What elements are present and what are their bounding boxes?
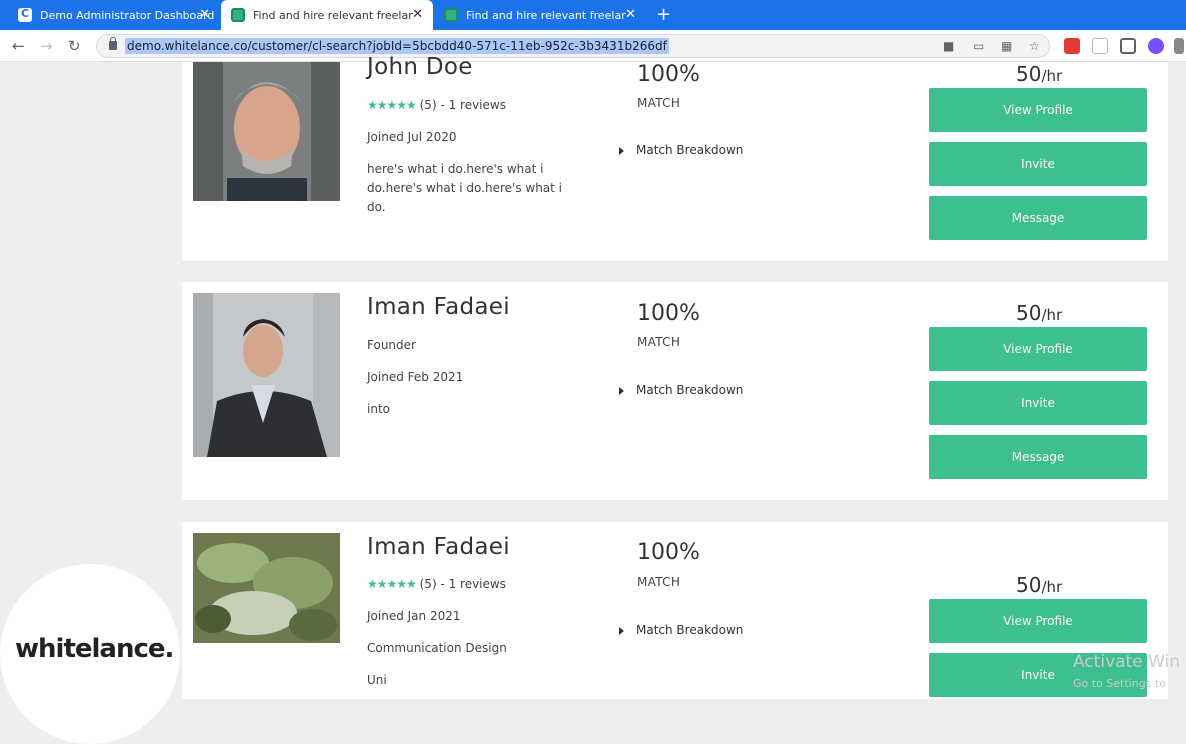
- extension-shield-icon[interactable]: [1092, 38, 1108, 54]
- extension-menu-icon[interactable]: [1174, 38, 1184, 54]
- tab-title: Demo Administrator Dashboard: [40, 8, 215, 22]
- site-favicon-icon: [18, 7, 32, 22]
- browser-toolbar: ← → ↻ demo.whitelance.co/customer/cl-sea…: [0, 30, 1186, 62]
- joined-date: Joined Jul 2020: [367, 130, 457, 144]
- joined-date: Joined Feb 2021: [367, 370, 464, 384]
- freelancer-name[interactable]: John Doe: [367, 54, 473, 80]
- match-percentage: 100%: [637, 301, 700, 326]
- site-favicon-icon: [231, 8, 245, 22]
- caret-right-icon: [619, 386, 624, 395]
- rate-value: 50: [1016, 573, 1042, 597]
- freelancer-photo: [193, 62, 340, 201]
- freelancer-card: Iman Fadaei ★★★★★ (5) - 1 reviews Joined…: [182, 522, 1168, 699]
- hourly-rate: 50/hr: [1016, 573, 1062, 597]
- match-percentage: 100%: [637, 540, 700, 565]
- tab-find-freelancers-active[interactable]: Find and hire relevant freelancer ✕: [221, 0, 433, 30]
- activation-watermark: Activate Win: [1073, 652, 1181, 672]
- camera-icon[interactable]: ■: [943, 39, 954, 53]
- lock-icon: [109, 37, 117, 50]
- freelancer-photo: [193, 533, 340, 643]
- address-bar[interactable]: demo.whitelance.co/customer/cl-search?jo…: [96, 34, 1050, 58]
- match-breakdown-toggle[interactable]: Match Breakdown: [619, 383, 743, 397]
- bookmark-star-icon[interactable]: ☆: [1029, 39, 1040, 53]
- view-profile-button[interactable]: View Profile: [929, 599, 1147, 643]
- close-tab-icon[interactable]: ✕: [412, 7, 423, 22]
- hourly-rate: 50/hr: [1016, 301, 1062, 325]
- freelancer-photo: [193, 293, 340, 457]
- rating-row: ★★★★★ (5) - 1 reviews: [367, 575, 506, 594]
- close-tab-icon[interactable]: ✕: [199, 7, 210, 22]
- rate-unit: /hr: [1041, 67, 1063, 85]
- star-rating-icon: ★★★★★: [367, 577, 417, 591]
- back-button[interactable]: ←: [12, 37, 25, 55]
- joined-date: Joined Jan 2021: [367, 609, 461, 623]
- match-label: MATCH: [637, 96, 681, 110]
- match-breakdown-label: Match Breakdown: [636, 143, 744, 157]
- tab-admin-dashboard[interactable]: Demo Administrator Dashboard ✕: [8, 0, 220, 30]
- forward-button[interactable]: →: [40, 37, 53, 55]
- rating-row: ★★★★★ (5) - 1 reviews: [367, 96, 506, 115]
- tab-title: Find and hire relevant freelancer: [253, 8, 413, 22]
- freelancer-description: Uni: [367, 673, 387, 687]
- match-label: MATCH: [637, 575, 681, 589]
- site-favicon-icon: [444, 8, 458, 22]
- star-rating-icon: ★★★★★: [367, 98, 417, 112]
- freelancer-headline: Communication Design: [367, 641, 507, 655]
- reload-button[interactable]: ↻: [68, 37, 81, 55]
- message-button[interactable]: Message: [929, 435, 1147, 479]
- message-button[interactable]: Message: [929, 196, 1147, 240]
- match-breakdown-toggle[interactable]: Match Breakdown: [619, 623, 743, 637]
- rating-text: (5) - 1 reviews: [419, 577, 506, 591]
- rate-unit: /hr: [1041, 578, 1063, 596]
- match-label: MATCH: [637, 335, 681, 349]
- tab-title: Find and hire relevant freelancer: [466, 8, 626, 22]
- freelancer-name[interactable]: Iman Fadaei: [367, 294, 510, 320]
- extension-calendar-icon[interactable]: [1064, 38, 1080, 54]
- freelancer-card: Iman Fadaei Founder Joined Feb 2021 into…: [182, 282, 1168, 500]
- match-percentage: 100%: [637, 62, 700, 87]
- hourly-rate: 50/hr: [1016, 62, 1062, 86]
- invite-button[interactable]: Invite: [929, 142, 1147, 186]
- invite-button[interactable]: Invite: [929, 381, 1147, 425]
- tab-find-freelancers[interactable]: Find and hire relevant freelancer ✕: [434, 0, 646, 30]
- match-breakdown-label: Match Breakdown: [636, 383, 744, 397]
- qr-code-icon[interactable]: ▦: [1001, 39, 1012, 53]
- freelancer-description: into: [367, 402, 390, 416]
- url-text[interactable]: demo.whitelance.co/customer/cl-search?jo…: [125, 38, 669, 54]
- caret-right-icon: [619, 626, 624, 635]
- new-tab-button[interactable]: +: [656, 4, 671, 25]
- rating-text: (5) - 1 reviews: [419, 98, 506, 112]
- view-profile-button[interactable]: View Profile: [929, 88, 1147, 132]
- freelancer-card: John Doe ★★★★★ (5) - 1 reviews Joined Ju…: [182, 54, 1168, 261]
- extension-screenshot-icon[interactable]: [1120, 38, 1136, 54]
- freelancer-headline: Founder: [367, 338, 416, 352]
- view-profile-button[interactable]: View Profile: [929, 327, 1147, 371]
- rate-value: 50: [1016, 62, 1042, 86]
- freelancer-name[interactable]: Iman Fadaei: [367, 534, 510, 560]
- extension-gear-icon[interactable]: [1148, 38, 1164, 54]
- activation-watermark-sub: Go to Settings to: [1073, 677, 1166, 690]
- cast-icon[interactable]: ▭: [973, 39, 984, 53]
- match-breakdown-toggle[interactable]: Match Breakdown: [619, 143, 743, 157]
- caret-right-icon: [619, 146, 624, 155]
- close-tab-icon[interactable]: ✕: [625, 7, 636, 22]
- freelancer-description: here's what i do.here's what i do.here's…: [367, 162, 563, 214]
- rate-value: 50: [1016, 301, 1042, 325]
- rate-unit: /hr: [1041, 306, 1063, 324]
- match-breakdown-label: Match Breakdown: [636, 623, 744, 637]
- browser-tab-bar: Demo Administrator Dashboard ✕ Find and …: [0, 0, 1186, 30]
- whitelance-logo: whitelance.: [15, 634, 174, 664]
